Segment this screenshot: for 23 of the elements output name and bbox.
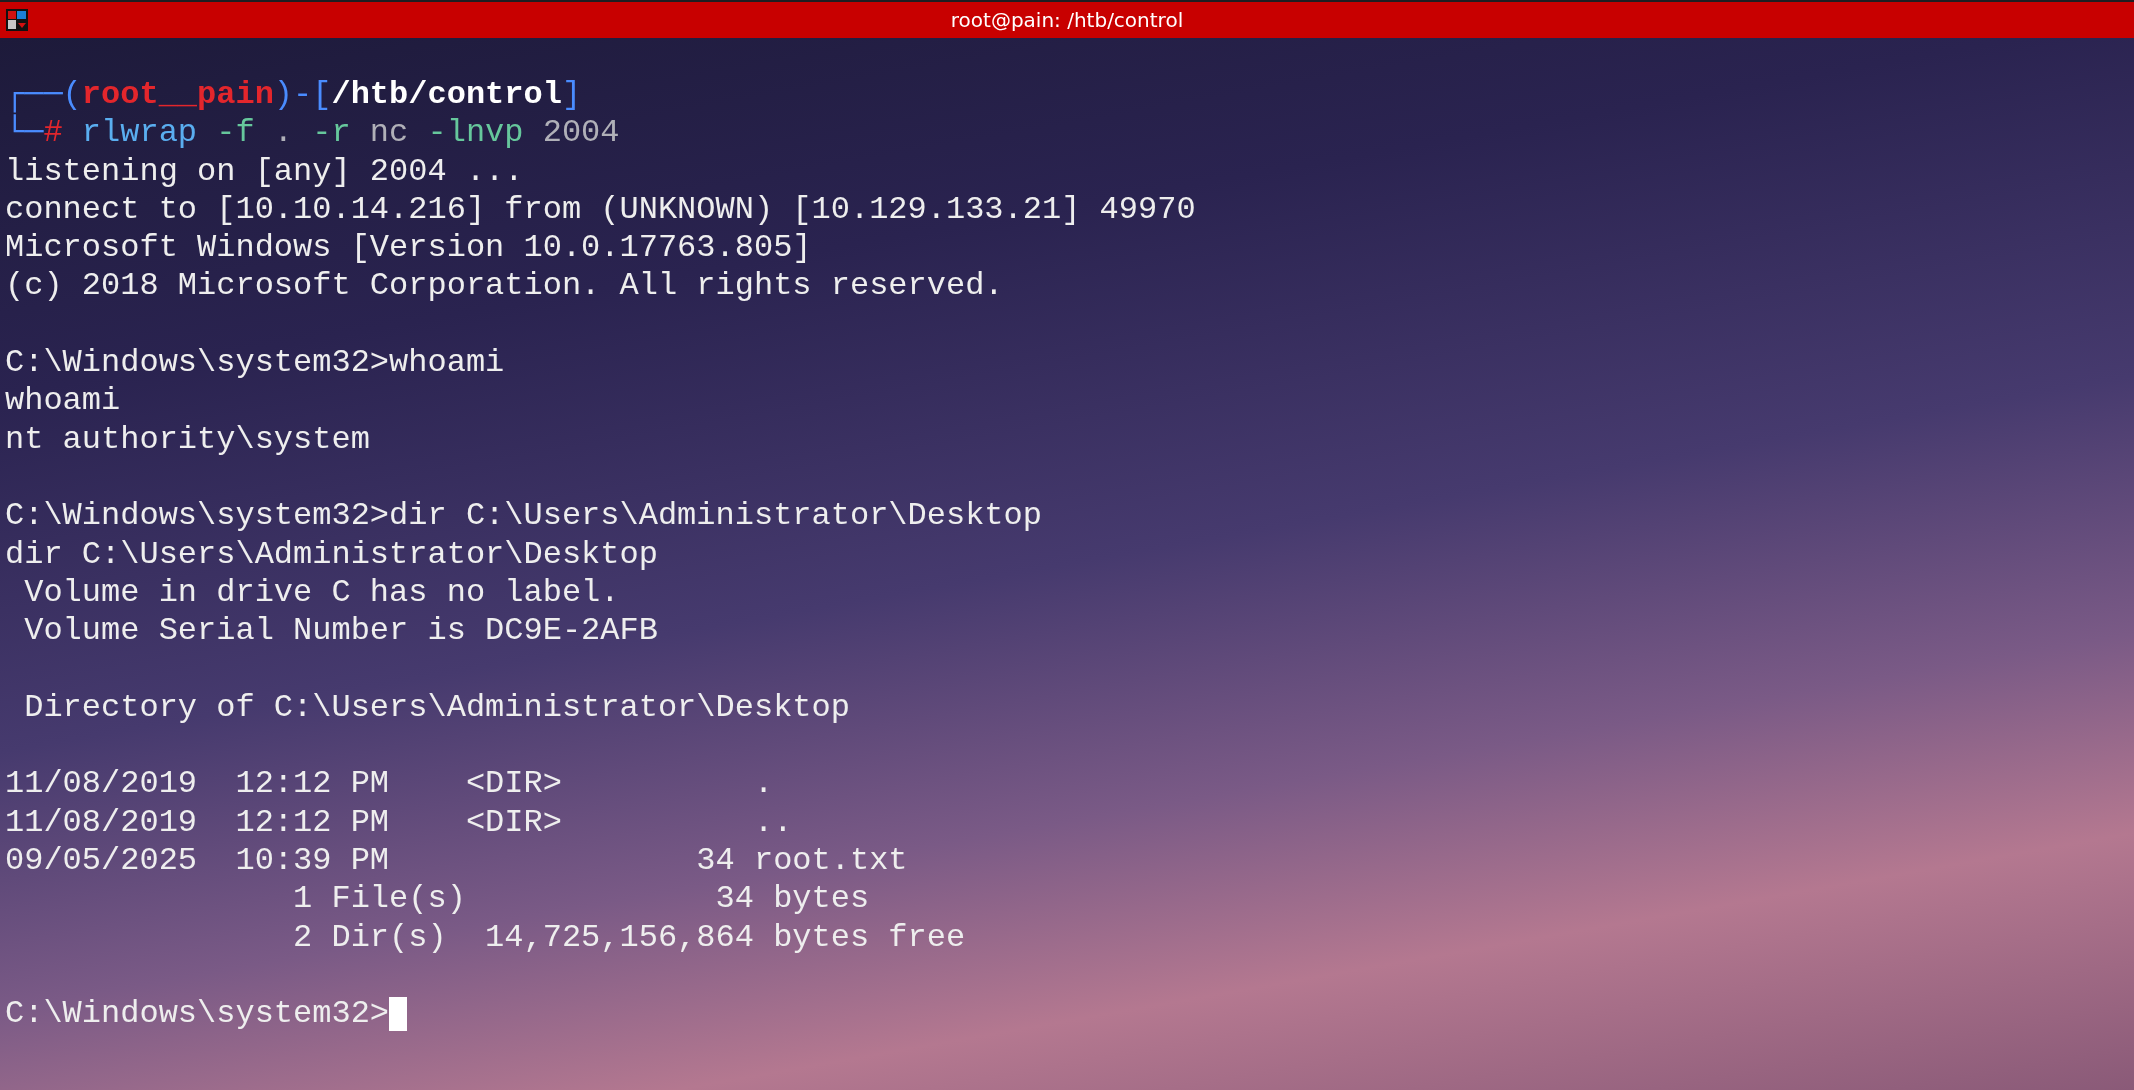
terminal-line: ┌──(root__pain)-[/htb/control] [5, 76, 582, 114]
terminal-line: 11/08/2019 12:12 PM <DIR> . [5, 765, 774, 804]
terminal-line: 11/08/2019 12:12 PM <DIR> .. [5, 803, 793, 842]
terminal-line: Microsoft Windows [Version 10.0.17763.805] [5, 229, 812, 268]
terminal-line: connect to [10.10.14.216] from (UNKNOWN) [10.129.133.21] 49970 [5, 190, 1196, 230]
window-title: root@pain: /htb/control [950, 8, 1184, 32]
terminal-line: Volume in drive C has no label. [23, 573, 620, 613]
text-cursor [389, 997, 408, 1032]
terminal-line: C:\Windows\system32>whoami [5, 344, 505, 383]
terminal-line: listening on [any] 2004 ... [5, 152, 524, 191]
terminal-line: C:\Windows\system32>dir C:\Users\Administrator\Desktop [5, 497, 1042, 536]
terminal-line: └─# rlwrap -f . -r nc -lnvp 2004 [5, 114, 620, 153]
terminal-prompt: C:\Windows\system32> [5, 995, 390, 1034]
terminal-line: Directory of C:\Users\Administrator\Desktop [23, 688, 850, 728]
window-menu-icon[interactable] [6, 9, 28, 31]
terminal-line: nt authority\system [5, 420, 370, 459]
terminal-line: 2 Dir(s) 14,725,156,864 bytes free [292, 918, 966, 957]
terminal-line: (c) 2018 Microsoft Corporation. All rights reserved. [5, 267, 1004, 306]
terminal-line: whoami [5, 382, 121, 421]
terminal-line: Volume Serial Number is DC9E-2AFB [23, 612, 658, 651]
terminal-line: dir C:\Users\Administrator\Desktop [5, 535, 658, 574]
terminal-line: 09/05/2025 10:39 PM 34 root.txt [5, 841, 908, 881]
terminal-line: 1 File(s) 34 bytes [292, 880, 870, 919]
